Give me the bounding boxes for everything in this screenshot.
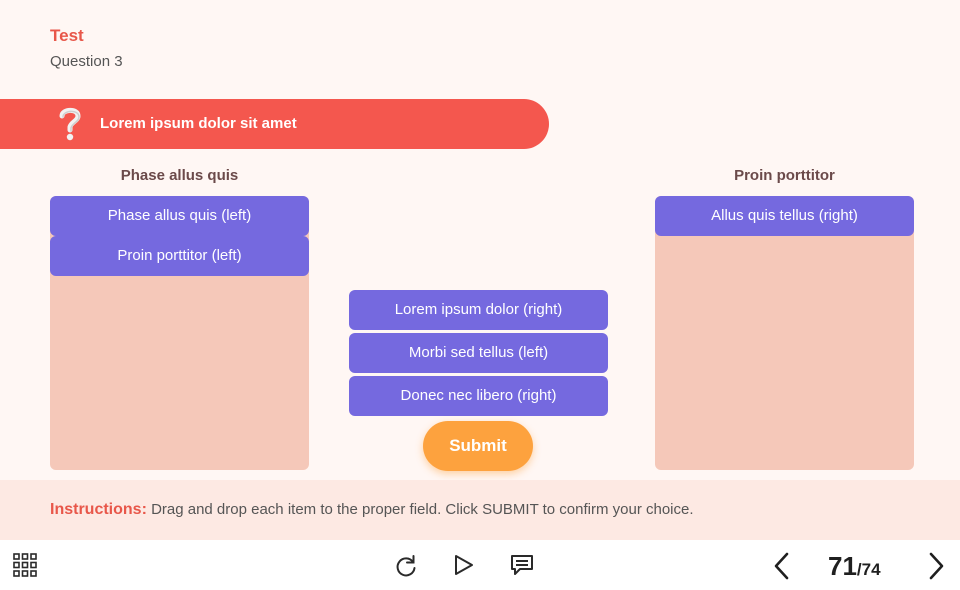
notes-icon[interactable] xyxy=(510,554,534,581)
draggable-item[interactable]: Donec nec libero (right) xyxy=(349,376,608,416)
replay-icon[interactable] xyxy=(395,554,417,583)
play-icon[interactable] xyxy=(453,554,475,581)
question-mark-icon xyxy=(58,106,82,147)
right-zone-label: Proin porttitor xyxy=(734,167,835,184)
instructions: Instructions: Drag and drop each item to… xyxy=(50,501,694,519)
left-zone-label: Phase allus quis xyxy=(120,167,239,184)
draggable-item[interactable]: Morbi sed tellus (left) xyxy=(349,333,608,373)
right-zone-item[interactable]: Allus quis tellus (right) xyxy=(655,196,914,236)
draggable-item[interactable]: Lorem ipsum dolor (right) xyxy=(349,290,608,330)
test-title: Test xyxy=(50,26,84,45)
instructions-text: Drag and drop each item to the proper fi… xyxy=(151,501,694,518)
total-pages: /74 xyxy=(856,560,881,579)
question-text: Lorem ipsum dolor sit amet xyxy=(100,115,297,132)
page-counter: 71/74 xyxy=(828,551,881,582)
current-page: 71 xyxy=(828,551,857,581)
question-banner: Lorem ipsum dolor sit amet xyxy=(0,99,549,149)
left-zone-item[interactable]: Phase allus quis (left) xyxy=(50,196,309,236)
chevron-right-icon[interactable] xyxy=(926,551,946,586)
question-number: Question 3 xyxy=(50,53,123,70)
player-toolbar xyxy=(0,540,960,590)
instructions-bar: Instructions: Drag and drop each item to… xyxy=(0,480,960,540)
grid-menu-icon[interactable] xyxy=(13,553,37,582)
left-zone-item[interactable]: Proin porttitor (left) xyxy=(50,236,309,276)
right-drop-zone[interactable] xyxy=(655,196,914,470)
chevron-left-icon[interactable] xyxy=(772,551,792,586)
submit-button[interactable]: Submit xyxy=(423,421,533,471)
instructions-label: Instructions: xyxy=(50,501,147,518)
